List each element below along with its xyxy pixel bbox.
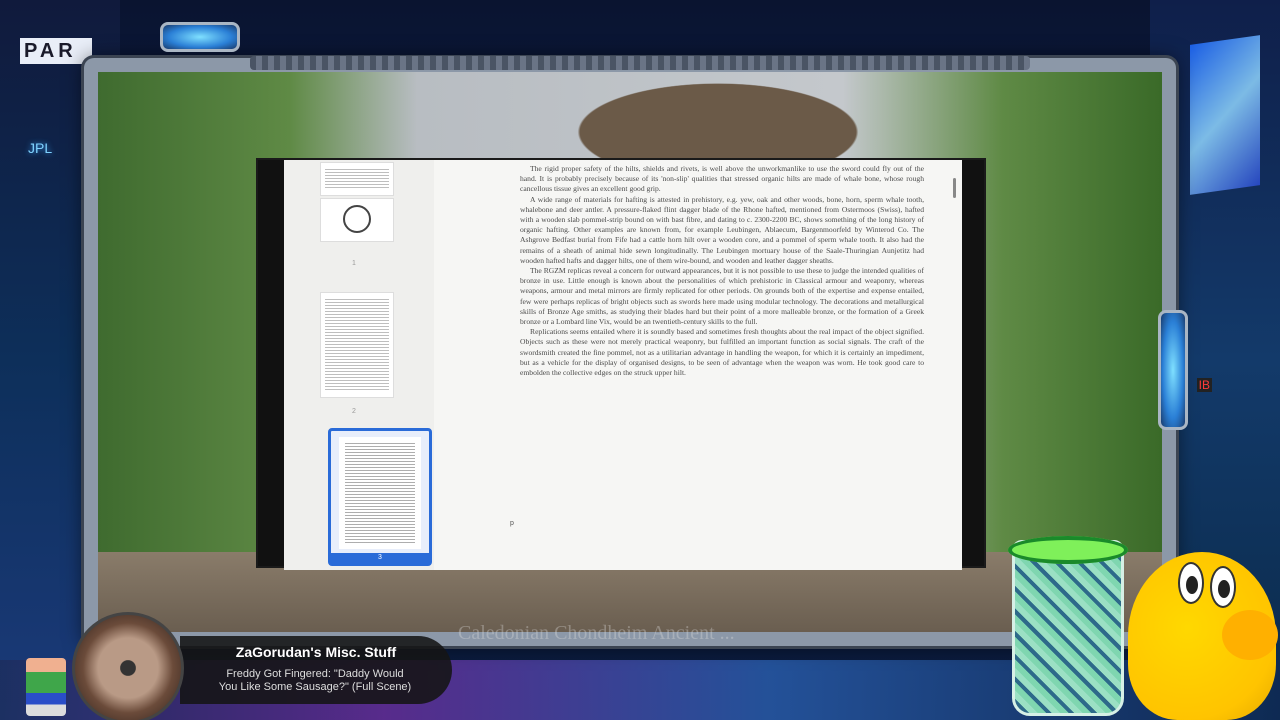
mascot-beak-icon [1222, 610, 1278, 660]
frame-top-bar [250, 56, 1030, 70]
thumbnail-figure [343, 205, 371, 233]
thumbnail-page-0[interactable] [320, 162, 394, 196]
pixel-character-icon [26, 658, 66, 716]
thumbnail-page-3-selected[interactable]: 3 [328, 428, 432, 566]
thumbnail-number: 2 [352, 408, 356, 415]
thumbnail-number: 3 [331, 553, 429, 563]
thumbnail-page-2[interactable] [320, 292, 394, 398]
document-viewer: 1 2 3 The rigid proper safety of the hil… [256, 158, 986, 570]
document-page: The rigid proper safety of the hilts, sh… [520, 164, 924, 378]
mascot-eye-icon [1210, 566, 1236, 608]
par-sign: PAR [20, 38, 92, 64]
paragraph: A wide range of materials for hafting is… [520, 194, 924, 265]
patterned-cup-icon [1012, 540, 1124, 716]
paragraph: The rigid proper safety of the hilts, sh… [520, 164, 924, 194]
now-playing-title: Freddy Got Fingered: "Daddy Would You Li… [190, 668, 440, 694]
frame-light-icon [160, 22, 240, 52]
viewer-content: 1 2 3 The rigid proper safety of the hil… [284, 160, 962, 570]
ghost-caption: Caledonian Chondheim Ancient ... [458, 622, 735, 642]
jpl-sign: JPL [28, 140, 53, 156]
scrollbar[interactable] [953, 178, 956, 198]
cup-lid-icon [1008, 536, 1128, 564]
now-playing-title-line2: You Like Some Sausage?" (Full Scene) [218, 681, 412, 693]
thumbnail-page-1[interactable] [320, 198, 394, 242]
frame-side-light-icon [1158, 310, 1188, 430]
now-playing-panel: ZaGorudan's Misc. Stuff Freddy Got Finge… [180, 636, 452, 704]
neon-billboard [1190, 35, 1260, 195]
thumbnail-sidebar: 1 2 3 [284, 160, 434, 570]
paragraph: Replications seems entailed where it is … [520, 327, 924, 378]
ib-sign: IB [1196, 378, 1212, 392]
thumbnail-number: 1 [352, 260, 356, 267]
mascot-eye-icon [1178, 562, 1204, 604]
now-playing-channel: ZaGorudan's Misc. Stuff [235, 644, 397, 660]
now-playing-avatar [72, 612, 184, 720]
page-mark: p [510, 520, 514, 527]
paragraph: The RGZM replicas reveal a concern for o… [520, 266, 924, 327]
now-playing-title-line1: Freddy Got Fingered: "Daddy Would [226, 668, 404, 680]
